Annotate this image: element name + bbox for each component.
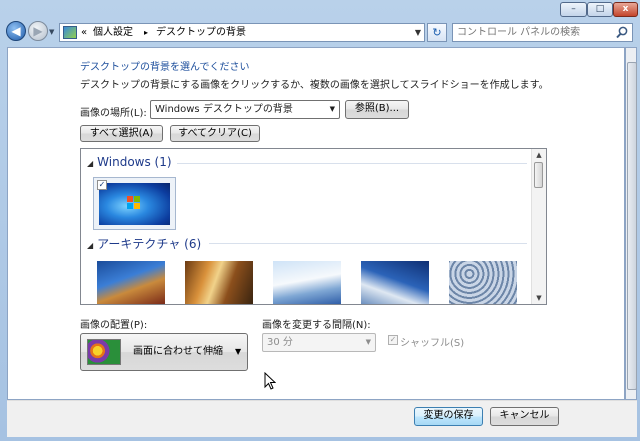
mouse-cursor-icon xyxy=(264,372,276,390)
position-value: 画面に合わせて伸縮 xyxy=(133,346,223,357)
interval-select[interactable]: 30 分 ▼ xyxy=(262,333,376,352)
address-chevrons[interactable]: « xyxy=(81,25,87,40)
chevron-down-icon: ▼ xyxy=(329,105,335,113)
close-button[interactable]: x xyxy=(613,2,638,17)
wallpaper-item-architecture-5[interactable] xyxy=(449,261,517,304)
maximize-button[interactable]: □ xyxy=(587,2,613,17)
search-icon[interactable] xyxy=(616,26,628,39)
recent-pages-dropdown-icon[interactable]: ▼ xyxy=(49,28,54,36)
window-vertical-scrollbar[interactable] xyxy=(625,47,637,400)
title-bar: – □ x xyxy=(0,0,640,22)
position-preview-image xyxy=(87,339,121,365)
minimize-button[interactable]: – xyxy=(560,2,587,17)
location-label: 画像の場所(L): xyxy=(80,108,147,119)
location-select[interactable]: Windows デスクトップの背景 ▼ xyxy=(150,100,340,119)
position-label: 画像の配置(P): xyxy=(80,320,148,331)
browse-button[interactable]: 参照(B)... xyxy=(345,100,409,119)
position-select[interactable]: 画面に合わせて伸縮 ▼ xyxy=(80,333,248,371)
cancel-button[interactable]: キャンセル xyxy=(490,407,559,426)
breadcrumb-desktop-background[interactable]: デスクトップの背景 xyxy=(156,25,246,40)
scroll-up-icon[interactable]: ▲ xyxy=(532,149,546,161)
group-divider xyxy=(177,163,527,164)
group-divider xyxy=(209,243,527,244)
wallpaper-item-architecture-3[interactable] xyxy=(273,261,341,304)
group-title-windows: Windows (1) xyxy=(97,155,172,169)
interval-value: 30 分 xyxy=(267,337,293,348)
group-title-architecture: アーキテクチャ (6) xyxy=(97,237,202,251)
window-scrollbar-thumb[interactable] xyxy=(627,62,637,390)
refresh-icon[interactable]: ↻ xyxy=(427,23,447,42)
windows-logo-icon xyxy=(127,196,140,209)
gallery-scrollbar[interactable]: ▲ ▼ xyxy=(531,149,546,304)
shuffle-label: シャッフル(S) xyxy=(400,338,465,349)
wallpaper-item-architecture-2[interactable] xyxy=(185,261,253,304)
interval-label: 画像を変更する間隔(N): xyxy=(262,320,371,331)
expand-triangle-icon[interactable]: ◢ xyxy=(87,241,93,250)
address-bar[interactable]: « 個人設定 ▸ デスクトップの背景 ▼ xyxy=(59,23,425,42)
wallpaper-item-architecture-1[interactable] xyxy=(97,261,165,304)
search-input[interactable] xyxy=(453,24,617,41)
chevron-down-icon: ▼ xyxy=(235,347,242,356)
chevron-down-icon: ▼ xyxy=(365,338,371,346)
address-dropdown-icon[interactable]: ▼ xyxy=(415,25,421,40)
save-changes-button[interactable]: 変更の保存 xyxy=(414,407,483,426)
scroll-down-icon[interactable]: ▼ xyxy=(532,292,546,304)
clear-all-button[interactable]: すべてクリア(C) xyxy=(170,125,260,142)
wallpaper-item-architecture-4[interactable] xyxy=(361,261,429,304)
navigation-bar: ◀ ▶ ▼ « 個人設定 ▸ デスクトップの背景 ▼ ↻ xyxy=(0,20,640,44)
breadcrumb-separator-icon[interactable]: ▸ xyxy=(144,25,148,40)
page-description: デスクトップの背景にする画像をクリックするか、複数の画像を選択してスライドショー… xyxy=(80,80,549,91)
gallery-scrollbar-thumb[interactable] xyxy=(534,162,543,188)
breadcrumb-personalization[interactable]: 個人設定 xyxy=(93,25,133,40)
wallpaper-thumbnail-windows7 xyxy=(99,183,170,225)
forward-arrow-icon[interactable]: ▶ xyxy=(28,21,48,41)
wallpaper-gallery[interactable]: ◢ Windows (1) ✓ ◢ アーキテクチャ (6) ▲ ▼ xyxy=(80,148,547,305)
checkbox-icon[interactable]: ✓ xyxy=(97,180,107,190)
control-panel-icon xyxy=(63,26,77,39)
personalization-window: – □ x ◀ ▶ ▼ « 個人設定 ▸ デスクトップの背景 ▼ ↻ デスクトッ… xyxy=(0,0,640,441)
page-title: デスクトップの背景を選んでください xyxy=(80,62,250,73)
expand-triangle-icon[interactable]: ◢ xyxy=(87,159,93,168)
group-header-windows[interactable]: ◢ Windows (1) xyxy=(87,155,172,169)
back-arrow-icon[interactable]: ◀ xyxy=(6,21,26,41)
group-header-architecture[interactable]: ◢ アーキテクチャ (6) xyxy=(87,235,201,252)
search-box[interactable] xyxy=(452,23,633,42)
wallpaper-item-windows[interactable]: ✓ xyxy=(93,177,176,230)
shuffle-checkbox[interactable]: ✓ xyxy=(388,335,398,345)
location-value: Windows デスクトップの背景 xyxy=(155,104,293,115)
select-all-button[interactable]: すべて選択(A) xyxy=(80,125,163,142)
